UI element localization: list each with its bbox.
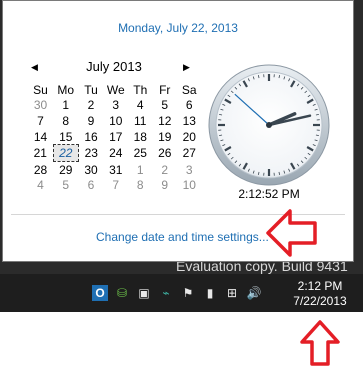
month-title[interactable]: July 2013 (79, 59, 149, 74)
calendar-day[interactable]: 5 (153, 98, 178, 114)
calendar-day[interactable]: 6 (79, 178, 104, 194)
outlook-icon[interactable]: O (92, 285, 108, 301)
long-date[interactable]: Monday, July 22, 2013 (3, 21, 353, 35)
calendar-day[interactable]: 6 (177, 98, 202, 114)
calendar-day[interactable]: 17 (104, 129, 129, 145)
taskbar-date: 7/22/2013 (293, 294, 347, 308)
volume-icon[interactable]: 🔊 (246, 285, 262, 301)
calendar-day[interactable]: 10 (177, 178, 202, 194)
calendar-day[interactable]: 25 (128, 145, 153, 162)
calendar-week-row: 21 22 23 24 25 26 27 (28, 144, 202, 162)
calendar-day[interactable]: 19 (153, 129, 178, 145)
weekday-label: Fr (159, 82, 171, 97)
flag-icon[interactable]: ⚑ (180, 285, 196, 301)
weekday-label: Th (133, 82, 148, 97)
weekday-label: Mo (57, 82, 75, 97)
digital-time: 2:12:52 PM (238, 187, 300, 201)
calendar-day[interactable]: 30 (79, 161, 104, 177)
calendar-week-row: 14 15 16 17 18 19 20 (28, 129, 202, 145)
notification-area-icons: O ⛁ ▣ ⌁ ⚑ ▮ ⊞ 🔊 (92, 283, 262, 303)
weekday-label: We (106, 82, 125, 97)
calendar-day[interactable]: 24 (104, 145, 129, 162)
calendar-week-row: 4 5 6 7 8 9 10 (28, 178, 202, 194)
calendar-day[interactable]: 11 (128, 113, 153, 129)
up-arrow-callout-icon (300, 320, 340, 366)
calendar-day[interactable]: 1 (128, 161, 153, 177)
calendar-day[interactable]: 27 (177, 145, 202, 162)
calendar-day[interactable]: 2 (79, 98, 104, 114)
calendar-week-row: 7 8 9 10 11 12 13 (28, 113, 202, 129)
calendar-day[interactable]: 13 (177, 113, 202, 129)
left-arrow-callout-icon (266, 209, 317, 257)
calendar-day[interactable]: 9 (153, 178, 178, 194)
calendar-week-row: 30 1 2 3 4 5 6 (28, 98, 202, 114)
app-tray-icon[interactable]: ⌁ (158, 285, 174, 301)
calendar-day[interactable]: 15 (53, 129, 79, 145)
calendar-day[interactable]: 20 (177, 129, 202, 145)
clock-center-pin (266, 122, 272, 128)
calendar-day[interactable]: 9 (79, 113, 104, 129)
calendar-day[interactable]: 18 (128, 129, 153, 145)
calendar-day[interactable]: 3 (104, 98, 129, 114)
calendar-day[interactable]: 8 (128, 178, 153, 194)
calendar-day[interactable]: 30 (28, 98, 53, 114)
calendar-day[interactable]: 5 (53, 178, 79, 194)
calendar-day[interactable]: 16 (79, 129, 104, 145)
calendar-day[interactable]: 8 (53, 113, 79, 129)
prev-month-arrow-icon[interactable]: ◀ (31, 62, 38, 73)
calendar-day[interactable]: 28 (28, 161, 53, 177)
calendar-day[interactable]: 31 (104, 161, 129, 177)
calendar-day[interactable]: 7 (104, 178, 129, 194)
analog-clock (208, 64, 330, 186)
calendar-body: 30 1 2 3 4 5 6 7 8 9 10 11 12 13 14 15 16 17 18 19 20 21 22 23 2… (28, 98, 202, 194)
battery-icon[interactable]: ▮ (202, 285, 218, 301)
network-icon[interactable]: ⊞ (224, 285, 240, 301)
change-date-time-settings-link[interactable]: Change date and time settings... (96, 230, 269, 244)
network-share-icon[interactable]: ⛁ (114, 285, 130, 301)
calendar-day[interactable]: 4 (28, 178, 53, 194)
weekday-label: Tu (84, 82, 98, 97)
next-month-arrow-icon[interactable]: ▶ (183, 62, 190, 73)
calendar-day[interactable]: 3 (177, 161, 202, 177)
calendar-week-row: 28 29 30 31 1 2 3 (28, 161, 202, 177)
media-icon[interactable]: ▣ (136, 285, 152, 301)
calendar-day[interactable]: 23 (79, 145, 104, 162)
calendar-day[interactable]: 21 (28, 145, 53, 162)
calendar-day[interactable]: 7 (28, 113, 53, 129)
weekday-label: Su (33, 82, 48, 97)
calendar-day[interactable]: 26 (153, 145, 178, 162)
calendar-day[interactable]: 2 (153, 161, 178, 177)
taskbar-time: 2:12 PM (297, 279, 343, 293)
weekday-header-row: Su Mo Tu We Th Fr Sa (28, 82, 202, 98)
calendar-grid: Su Mo Tu We Th Fr Sa 30 1 2 3 4 5 6 7 8 9 10 11 12 13 14 15 16… (28, 82, 202, 193)
calendar-day[interactable]: 12 (153, 113, 178, 129)
calendar-day[interactable]: 14 (28, 129, 53, 145)
calendar-day-today[interactable]: 22 (52, 144, 79, 162)
calendar-day[interactable]: 4 (128, 98, 153, 114)
weekday-label: Sa (181, 82, 197, 97)
calendar-day[interactable]: 1 (53, 98, 79, 114)
taskbar-clock[interactable]: 2:12 PM 7/22/2013 (288, 279, 352, 309)
calendar-day[interactable]: 29 (53, 161, 79, 177)
calendar-day[interactable]: 10 (104, 113, 129, 129)
